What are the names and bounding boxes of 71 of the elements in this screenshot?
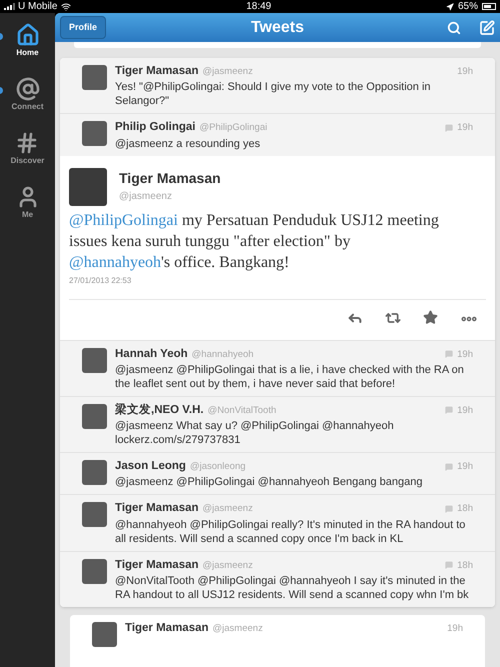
- avatar-photo: [82, 65, 107, 90]
- at-sign-icon: [16, 77, 40, 101]
- user-name: Tiger Mamasan: [115, 64, 199, 79]
- compose-icon[interactable]: [479, 20, 495, 36]
- mention-link[interactable]: @hannahyeoh: [69, 254, 162, 270]
- user-handle: @jasmeenz: [202, 65, 253, 79]
- wifi-icon: [61, 2, 72, 12]
- avatar-photo: [92, 622, 117, 647]
- tweet-text: @PhilipGolingai my Persatuan Penduduk USJ12 meeting issues kena suruh tunggu "after election" by @hannahyeoh's office. Bangkang!: [69, 210, 439, 272]
- avatar-photo: [69, 168, 107, 206]
- tweet-text: @NonVitalTooth @PhilipGolingai @hannahyeoh I say it's minuted in the RA handout to all USJ12 residents. Will send a scanned copy whn I'm bk: [115, 574, 470, 602]
- carrier-name: U Mobile: [18, 0, 58, 14]
- screen-title: Tweets: [250, 18, 304, 38]
- favorite-icon[interactable]: [423, 310, 438, 324]
- user-name: 梁文发,NEO V.H.: [115, 402, 204, 418]
- sidebar-tab[interactable]: Home: [16, 23, 40, 59]
- avatar-photo: [82, 460, 107, 485]
- tweet-text: @hannahyeoh @PhilipGolingai really? It's minuted in the RA handout to all residents. Will send a scanned copy once I'm back in KL: [115, 518, 466, 546]
- user-handle: @jasmeenz: [202, 558, 253, 572]
- tweet-text: @jasmeenz What say u? @PhilipGolingai @hannahyeoh lockerz.com/s/279737831: [115, 419, 395, 447]
- speech-bubble-icon: [445, 406, 454, 414]
- sidebar-tab[interactable]: Me: [16, 185, 40, 221]
- hash-icon: [15, 131, 40, 155]
- user-handle: @jasmeenz: [119, 190, 173, 204]
- mention-link[interactable]: @PhilipGolingai: [69, 212, 178, 228]
- tweet-time: 19h: [457, 348, 473, 362]
- tweet-text: @jasmeenz @PhilipGolingai @hannahyeoh Bengang bangang: [115, 475, 424, 490]
- user-handle: @PhilipGolingai: [200, 121, 268, 136]
- tweet-text: @jasmeenz a resounding yes: [115, 136, 262, 150]
- battery-percent: 65%: [458, 0, 478, 14]
- speech-bubble-icon: [445, 561, 454, 570]
- avatar-photo: [82, 558, 107, 584]
- user-name: Hannah Yeoh: [115, 346, 188, 362]
- signal-icon: [4, 3, 16, 10]
- sidebar-tab[interactable]: Discover: [10, 131, 44, 167]
- house-icon: [16, 23, 40, 47]
- tweet-time: 19h: [447, 622, 463, 636]
- user-name: Tiger Mamasan: [119, 168, 221, 188]
- back-button[interactable]: Profile: [60, 16, 106, 40]
- avatar-photo: [82, 502, 107, 528]
- tweet-time: 19h: [457, 404, 473, 418]
- user-handle: @jasmeenz: [202, 502, 253, 516]
- tweet-time: 19h: [457, 65, 473, 79]
- avatar-photo: [82, 404, 107, 429]
- location-icon: [446, 2, 454, 10]
- tweet-text: Yes! "@PhilipGolingai: Should I give my vote to the Opposition in Selangor?": [115, 80, 432, 108]
- search-icon[interactable]: [447, 20, 461, 34]
- tweet-timestamp: 27/01/2013 22:53: [69, 274, 486, 300]
- speech-bubble-icon: [445, 350, 454, 358]
- tweet-time: 19h: [457, 460, 473, 474]
- user-handle: @jasonleong: [190, 460, 246, 474]
- user-name: Tiger Mamasan: [115, 501, 199, 516]
- speech-bubble-icon: [445, 124, 454, 132]
- sidebar-tab[interactable]: Connect: [12, 77, 44, 113]
- user-handle: @jasmeenz: [212, 622, 263, 636]
- user-handle: @hannahyeoh: [192, 348, 254, 362]
- clock-time: 18:49: [246, 0, 272, 14]
- tweet-time: 18h: [457, 502, 473, 516]
- tweet-time: 19h: [457, 121, 473, 136]
- avatar-photo: [82, 121, 107, 146]
- tweet-text: @jasmeenz @PhilipGolingai that is a lie, i have checked with the RA on the leaflet sent out by them, i have never said that before!: [115, 362, 465, 391]
- user-handle: @NonVitalTooth: [208, 404, 276, 418]
- tweet-time: 18h: [457, 558, 473, 572]
- avatar-photo: [82, 348, 107, 372]
- speech-bubble-icon: [445, 504, 454, 513]
- user-name: Jason Leong: [115, 459, 186, 474]
- user-name: Tiger Mamasan: [125, 620, 209, 636]
- user-name: Tiger Mamasan: [115, 558, 199, 572]
- battery-icon: [482, 3, 496, 10]
- user-name: Philip Golingai: [115, 120, 196, 136]
- speech-bubble-icon: [445, 462, 454, 471]
